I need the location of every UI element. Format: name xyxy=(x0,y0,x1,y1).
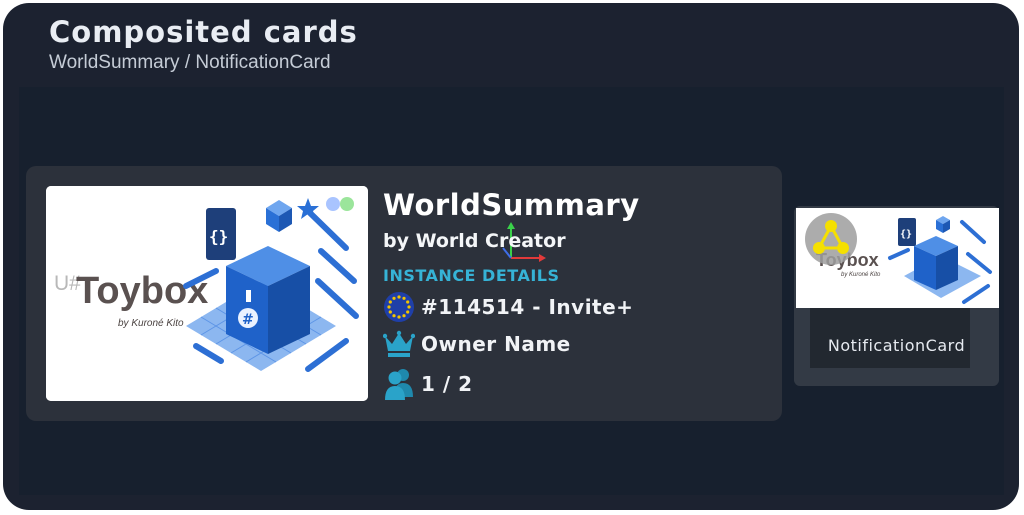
world-title: WorldSummary xyxy=(383,188,640,222)
logo-name: Toybox xyxy=(76,270,208,312)
instance-row: #114514 - Invite+ xyxy=(383,291,633,323)
logo-byline: by Kuroné Kito xyxy=(118,318,184,329)
user-count: 1 / 2 xyxy=(421,372,473,396)
owner-row: Owner Name xyxy=(383,330,571,358)
world-summary-card[interactable]: U# Toybox by Kuroné Kito # {} WorldSumma… xyxy=(26,166,782,421)
users-icon xyxy=(385,369,413,400)
crown-icon xyxy=(383,330,415,357)
owner-name: Owner Name xyxy=(421,332,571,356)
world-thumbnail: U# Toybox by Kuroné Kito # {} xyxy=(46,186,368,401)
breadcrumb: WorldSummary / NotificationCard xyxy=(49,52,331,73)
svg-text:{}: {} xyxy=(209,227,228,246)
preview-viewport: U# Toybox by Kuroné Kito # {} WorldSumma… xyxy=(19,87,1004,495)
notification-card[interactable]: Toybox by Kuroné Kito {} NotificationCar… xyxy=(794,206,999,386)
svg-text:#: # xyxy=(242,312,254,328)
toybox-artwork: U# Toybox by Kuroné Kito # {} xyxy=(46,186,368,401)
network-avatar-icon xyxy=(805,213,857,265)
world-creator: by World Creator xyxy=(383,230,566,252)
svg-text:{}: {} xyxy=(900,229,912,240)
eu-flag-icon xyxy=(384,292,414,322)
notification-thumbnail: Toybox by Kuroné Kito {} xyxy=(796,208,999,308)
logo-byline-small: by Kuroné Kito xyxy=(841,272,881,278)
page-title: Composited cards xyxy=(49,15,358,49)
notification-card-label: NotificationCard xyxy=(827,336,966,355)
users-row: 1 / 2 xyxy=(383,367,473,401)
composited-cards-window: Composited cards WorldSummary / Notifica… xyxy=(3,3,1019,510)
instance-details-heading: INSTANCE DETAILS xyxy=(383,266,560,285)
instance-id: #114514 - Invite+ xyxy=(421,295,634,319)
